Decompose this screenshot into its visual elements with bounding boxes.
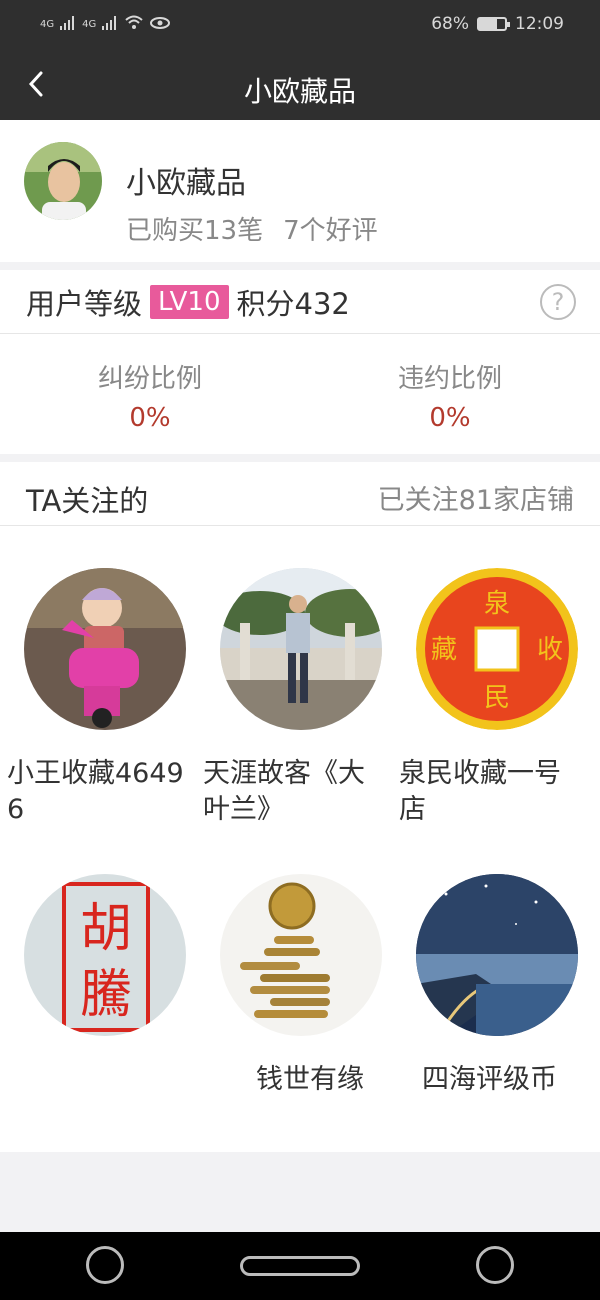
following-count[interactable]: 已关注81家店铺 — [378, 478, 574, 517]
coin-stack-photo-icon — [220, 874, 382, 1036]
home-gesture-bar[interactable] — [240, 1256, 360, 1276]
page-title: 小欧藏品 — [243, 75, 356, 108]
dispute-ratio-value: 0% — [129, 403, 171, 433]
signal-indicators: 4G 4G — [40, 14, 171, 30]
avatar[interactable] — [24, 142, 102, 220]
shop-name: 四海评级币 — [422, 1064, 557, 1095]
coin-char-right: 收 — [537, 635, 563, 665]
points-text: 积分432 — [236, 286, 350, 321]
level-row: 用户等级 LV10 积分432 ? — [0, 270, 600, 334]
dispute-ratio: 纠纷比例 0% — [0, 358, 300, 433]
shop-item[interactable]: 小王收藏46496 — [0, 568, 195, 828]
breach-ratio-label: 违约比例 — [397, 364, 502, 394]
signal-icon-2: 4G — [82, 19, 97, 30]
shop-item[interactable]: 四海评级币 — [392, 874, 587, 1098]
shop-name: 天涯故客《大叶兰》 — [203, 758, 365, 825]
app-switch-icon[interactable] — [86, 1246, 124, 1284]
level-badge: LV10 — [150, 284, 229, 319]
seal-char-bottom: 騰 — [80, 965, 132, 1025]
shop-name: 泉民收藏一号店 — [399, 758, 561, 825]
wifi-icon — [125, 15, 143, 29]
night-coast-photo-icon — [416, 874, 578, 1036]
breach-ratio-value: 0% — [429, 403, 471, 433]
following-header: TA关注的 已关注81家店铺 — [0, 462, 600, 526]
breach-ratio: 违约比例 0% — [300, 358, 600, 433]
status-bar: 4G 4G 68% 12:09 — [0, 0, 600, 50]
review-count: 7个好评 — [283, 216, 378, 246]
red-seal-stamp-icon: 胡 騰 — [24, 874, 186, 1036]
battery-icon — [477, 17, 510, 31]
profile-card: 小欧藏品 已购买13笔 7个好评 — [0, 120, 600, 262]
coin-char-bottom: 民 — [484, 683, 510, 713]
nav-bar: 小欧藏品 — [0, 50, 600, 120]
level-label: 用户等级 — [26, 286, 143, 321]
purchase-count: 已购买13笔 — [126, 216, 264, 246]
coin-char-top: 泉 — [484, 589, 510, 619]
status-right: 68% 12:09 — [431, 14, 564, 34]
system-nav-bar — [0, 1232, 600, 1300]
shop-name: 小王收藏46496 — [7, 758, 184, 825]
avatar-photo-icon — [24, 142, 102, 220]
shop-item[interactable]: 天涯故客《大叶兰》 — [196, 568, 391, 828]
coin-char-left: 藏 — [431, 635, 457, 665]
signal-bars-icon — [60, 16, 75, 30]
child-on-scooter-photo-icon — [24, 568, 186, 730]
seal-char-top: 胡 — [80, 899, 132, 959]
shop-item[interactable]: 胡 騰 — [0, 874, 195, 1062]
eye-comfort-icon[interactable] — [476, 1246, 514, 1284]
profile-stats: 已购买13笔 7个好评 — [126, 210, 378, 247]
help-icon[interactable]: ? — [540, 284, 576, 320]
following-title: TA关注的 — [26, 484, 149, 518]
profile-name: 小欧藏品 — [126, 166, 246, 201]
shop-name: 钱世有缘 — [256, 1064, 364, 1095]
level-card: 用户等级 LV10 积分432 ? 纠纷比例 0% 违约比例 0% — [0, 270, 600, 454]
man-at-bridge-photo-icon — [220, 568, 382, 730]
coin-emblem-icon: 泉 收 民 藏 — [416, 568, 578, 730]
clock: 12:09 — [515, 14, 564, 34]
shop-item[interactable]: 钱世有缘 — [196, 874, 391, 1098]
battery-percent: 68% — [431, 14, 469, 34]
signal-bars-icon-2 — [102, 16, 117, 30]
following-section: TA关注的 已关注81家店铺 小王收藏46496 天涯故客《大叶兰》 泉 收 民… — [0, 462, 600, 1152]
signal-icon: 4G — [40, 19, 55, 30]
eye-icon — [150, 17, 171, 29]
shop-item[interactable]: 泉 收 民 藏 泉民收藏一号店 — [392, 568, 587, 828]
dispute-ratio-label: 纠纷比例 — [97, 364, 202, 394]
